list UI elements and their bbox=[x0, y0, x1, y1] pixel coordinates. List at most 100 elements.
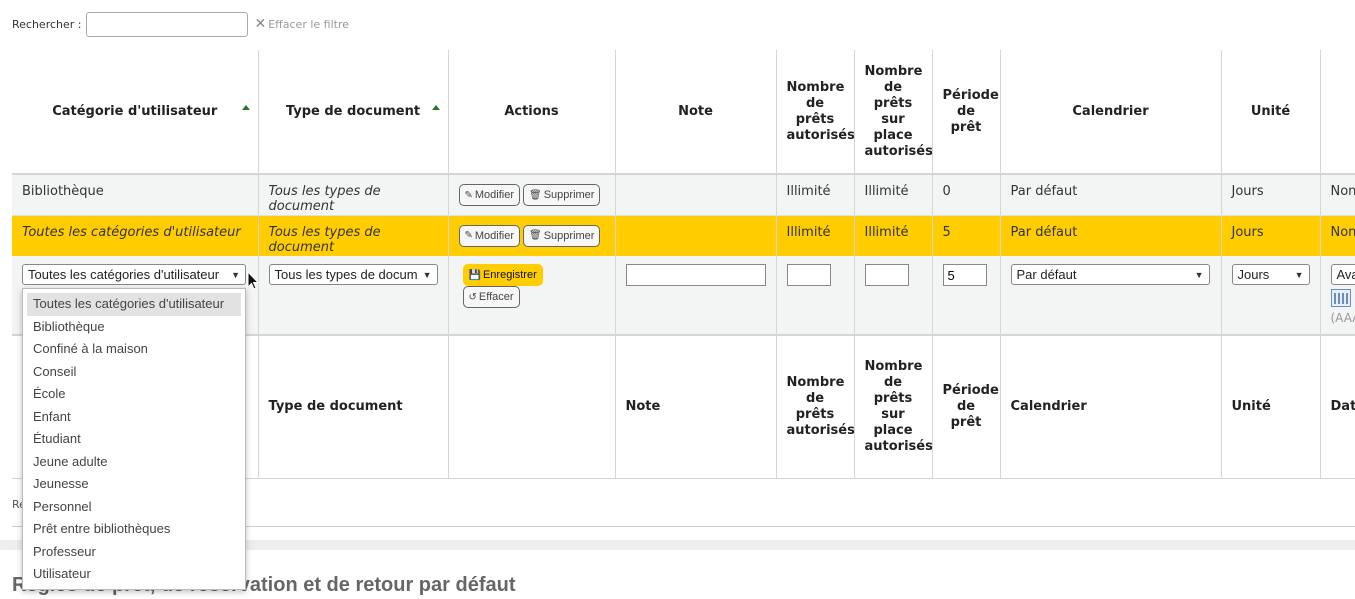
cell-edit-actions: 💾 Enregistrer ↺ Effacer bbox=[448, 256, 616, 336]
table-row: Bibliothèque Tous les types de document … bbox=[12, 174, 1355, 216]
patron-category-select[interactable]: Toutes les catégories d'utilisateur ▼ bbox=[22, 264, 246, 285]
search-bar: Rechercher : ✕ Effacer le filtre bbox=[12, 11, 349, 37]
cell-calendar: Par défaut bbox=[1000, 174, 1222, 216]
footer-note: Note bbox=[615, 335, 777, 479]
cell-note-input bbox=[615, 256, 777, 336]
column-header-calendar[interactable]: Calendrier bbox=[1000, 50, 1222, 175]
delete-button[interactable]: 🗑 Supprimer bbox=[523, 184, 601, 206]
sort-arrow-icon bbox=[241, 105, 250, 110]
column-header-checkouts-allowed[interactable]: Nombre de prêts autorisés bbox=[776, 50, 855, 175]
chevron-down-icon: ▼ bbox=[1294, 269, 1304, 280]
dropdown-option[interactable]: Professeur bbox=[23, 541, 245, 564]
dropdown-option[interactable]: Jeunesse bbox=[23, 473, 245, 496]
cell-checkouts: Illimité bbox=[776, 215, 855, 256]
delete-button[interactable]: 🗑 Supprimer bbox=[523, 224, 601, 247]
reset-button[interactable]: ↺ Effacer bbox=[462, 286, 520, 308]
column-header-patron-category[interactable]: Catégorie d'utilisateur bbox=[12, 50, 259, 175]
dropdown-option[interactable]: Utilisateur bbox=[23, 563, 245, 586]
cell-item-type: Tous les types de document bbox=[258, 215, 449, 256]
column-header-extra[interactable] bbox=[1320, 50, 1355, 175]
sort-arrow-icon bbox=[431, 105, 440, 110]
cell-unit: Jours bbox=[1221, 174, 1321, 216]
cell-extra-edit: Ava (AAA bbox=[1320, 256, 1355, 336]
column-header-item-type[interactable]: Type de document bbox=[258, 50, 449, 175]
dropdown-option[interactable]: Étudiant bbox=[23, 428, 245, 451]
dropdown-option[interactable]: Jeune adulte bbox=[23, 451, 245, 474]
cell-note bbox=[615, 215, 777, 256]
footer-unit: Unité bbox=[1221, 335, 1321, 479]
dropdown-option[interactable]: Enfant bbox=[23, 406, 245, 429]
cell-checkouts: Illimité bbox=[776, 174, 855, 216]
date-format-hint: (AAA bbox=[1330, 311, 1355, 325]
column-header-onsite-checkouts[interactable]: Nombre de prêts sur place autorisés bbox=[854, 50, 933, 175]
column-header-loan-period[interactable]: Période de prêt bbox=[932, 50, 1001, 175]
save-icon: 💾 bbox=[468, 269, 481, 281]
cell-item-type-select: Tous les types de docum ▼ bbox=[258, 256, 449, 336]
close-icon: ✕ bbox=[254, 16, 267, 32]
trash-icon: 🗑 bbox=[529, 230, 542, 241]
cell-checkouts-input bbox=[776, 256, 855, 336]
cell-actions: ✎ Modifier 🗑 Supprimer bbox=[448, 174, 616, 216]
chevron-down-icon: ▼ bbox=[422, 269, 432, 280]
footer-calendar: Calendrier bbox=[1000, 335, 1222, 479]
cell-category: Bibliothèque bbox=[12, 174, 259, 216]
cell-category: Toutes les catégories d'utilisateur bbox=[12, 215, 259, 256]
search-input[interactable] bbox=[85, 11, 248, 37]
dropdown-option[interactable]: Conseil bbox=[23, 361, 245, 384]
pencil-icon: ✎ bbox=[464, 230, 473, 241]
onsite-checkouts-input[interactable] bbox=[864, 264, 909, 286]
table-row-highlighted: Toutes les catégories d'utilisateur Tous… bbox=[12, 215, 1355, 256]
dropdown-option[interactable]: Confiné à la maison bbox=[23, 338, 245, 361]
cell-note bbox=[615, 174, 777, 216]
cell-calendar-select: Par défaut ▼ bbox=[1000, 256, 1222, 336]
patron-category-dropdown[interactable]: Toutes les catégories d'utilisateur Bibl… bbox=[22, 288, 246, 590]
cell-extra: Non bbox=[1320, 174, 1355, 216]
cell-loan-period-input bbox=[932, 256, 1001, 336]
pencil-icon: ✎ bbox=[464, 189, 473, 201]
clear-filter-label: Effacer le filtre bbox=[268, 17, 350, 31]
dropdown-option[interactable]: Personnel bbox=[23, 496, 245, 519]
cell-actions: ✎ Modifier 🗑 Supprimer bbox=[448, 215, 616, 256]
footer-checkouts: Nombre de prêts autorisés bbox=[776, 335, 855, 479]
search-label: Rechercher : bbox=[12, 17, 82, 31]
cell-item-type: Tous les types de document bbox=[258, 174, 449, 216]
column-header-unit[interactable]: Unité bbox=[1221, 50, 1321, 175]
chevron-down-icon: ▼ bbox=[231, 269, 240, 280]
column-header-note[interactable]: Note bbox=[615, 50, 777, 175]
note-input[interactable] bbox=[625, 264, 766, 286]
modify-button[interactable]: ✎ Modifier bbox=[458, 224, 521, 247]
checkouts-allowed-input[interactable] bbox=[786, 264, 831, 286]
modify-button[interactable]: ✎ Modifier bbox=[458, 184, 521, 206]
cell-unit: Jours bbox=[1221, 215, 1321, 256]
cell-loan-period: 0 bbox=[932, 174, 1001, 216]
footer-item-type: Type de document bbox=[258, 335, 449, 479]
cell-onsite: Illimité bbox=[854, 215, 933, 256]
chevron-down-icon: ▼ bbox=[1194, 269, 1204, 280]
cell-extra: Non bbox=[1320, 215, 1355, 256]
footer-onsite: Nombre de prêts sur place autorisés bbox=[854, 335, 933, 479]
dropdown-option[interactable]: École bbox=[23, 383, 245, 406]
column-header-actions: Actions bbox=[448, 50, 616, 175]
trash-icon: 🗑 bbox=[529, 189, 542, 201]
calendar-icon[interactable] bbox=[1330, 289, 1351, 307]
cell-loan-period: 5 bbox=[932, 215, 1001, 256]
unit-select[interactable]: Jours ▼ bbox=[1231, 264, 1310, 285]
cell-unit-select: Jours ▼ bbox=[1221, 256, 1321, 336]
dropdown-option[interactable]: Prêt entre bibliothèques bbox=[23, 518, 245, 541]
item-type-select[interactable]: Tous les types de docum ▼ bbox=[268, 264, 438, 285]
footer-actions bbox=[448, 335, 616, 479]
extra-select[interactable]: Ava bbox=[1330, 264, 1355, 285]
cell-onsite-input bbox=[854, 256, 933, 336]
mouse-cursor-icon bbox=[247, 271, 259, 290]
loan-period-input[interactable] bbox=[942, 264, 987, 286]
dropdown-option[interactable]: Bibliothèque bbox=[23, 316, 245, 339]
calendar-select[interactable]: Par défaut ▼ bbox=[1010, 264, 1210, 285]
footer-loan-period: Période de prêt bbox=[932, 335, 1001, 479]
save-button[interactable]: 💾 Enregistrer bbox=[462, 264, 543, 286]
undo-icon: ↺ bbox=[468, 291, 477, 303]
clear-filter-link[interactable]: ✕ Effacer le filtre bbox=[255, 16, 350, 32]
footer-extra: Date bbox=[1320, 335, 1355, 479]
cell-onsite: Illimité bbox=[854, 174, 933, 216]
cell-calendar: Par défaut bbox=[1000, 215, 1222, 256]
dropdown-option[interactable]: Toutes les catégories d'utilisateur bbox=[27, 293, 241, 316]
